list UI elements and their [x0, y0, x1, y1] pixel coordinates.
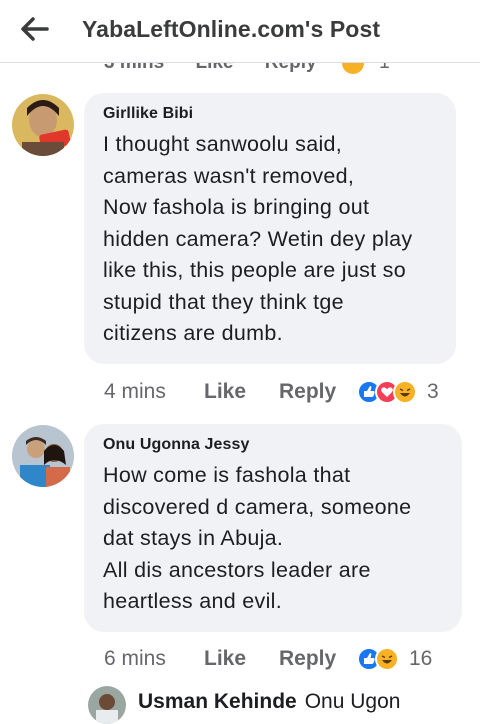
like-button[interactable]: Like [204, 647, 279, 671]
avatar[interactable] [12, 94, 74, 156]
avatar-photo-icon [12, 94, 74, 156]
comment-time[interactable]: 6 mins [104, 647, 204, 671]
reply-avatar[interactable] [88, 686, 126, 724]
like-button[interactable]: Like [204, 380, 279, 404]
comment-time[interactable]: 4 mins [104, 380, 204, 404]
reactions-summary[interactable] [357, 380, 417, 404]
comment-bubble: Girllike Bibi I thought sanwoolu said, c… [84, 93, 456, 364]
reaction-count[interactable]: 16 [409, 647, 432, 671]
haha-icon [393, 380, 417, 404]
comment-bubble: Onu Ugonna Jessy How come is fashola tha… [84, 424, 462, 632]
haha-icon [375, 647, 399, 671]
reply-button[interactable]: Reply [279, 647, 357, 671]
reactions-summary[interactable] [357, 647, 399, 671]
avatar[interactable] [12, 425, 74, 487]
reply-button[interactable]: Reply [279, 380, 357, 404]
avatar-photo-icon [12, 425, 74, 487]
page-title: YabaLeftOnline.com's Post [82, 16, 381, 42]
avatar-photo-icon [88, 686, 126, 724]
back-arrow-icon[interactable] [20, 16, 50, 42]
comment-actions: 4 mins Like Reply 3 [104, 378, 439, 406]
reaction-count[interactable]: 3 [427, 380, 439, 404]
top-bar: YabaLeftOnline.com's Post [0, 0, 480, 63]
comment-author[interactable]: Girllike Bibi [103, 105, 438, 123]
comment-text: I thought sanwoolu said, cameras wasn't … [103, 132, 413, 345]
reply-author[interactable]: Usman Kehinde [138, 690, 297, 713]
comment-text: How come is fashola that discovered d ca… [103, 463, 412, 613]
reply-preview[interactable]: Usman Kehinde Onu Ugon [138, 690, 400, 714]
comment-author[interactable]: Onu Ugonna Jessy [103, 436, 444, 454]
reply-text: Onu Ugon [304, 690, 401, 713]
comment-actions: 6 mins Like Reply 16 [104, 645, 432, 673]
